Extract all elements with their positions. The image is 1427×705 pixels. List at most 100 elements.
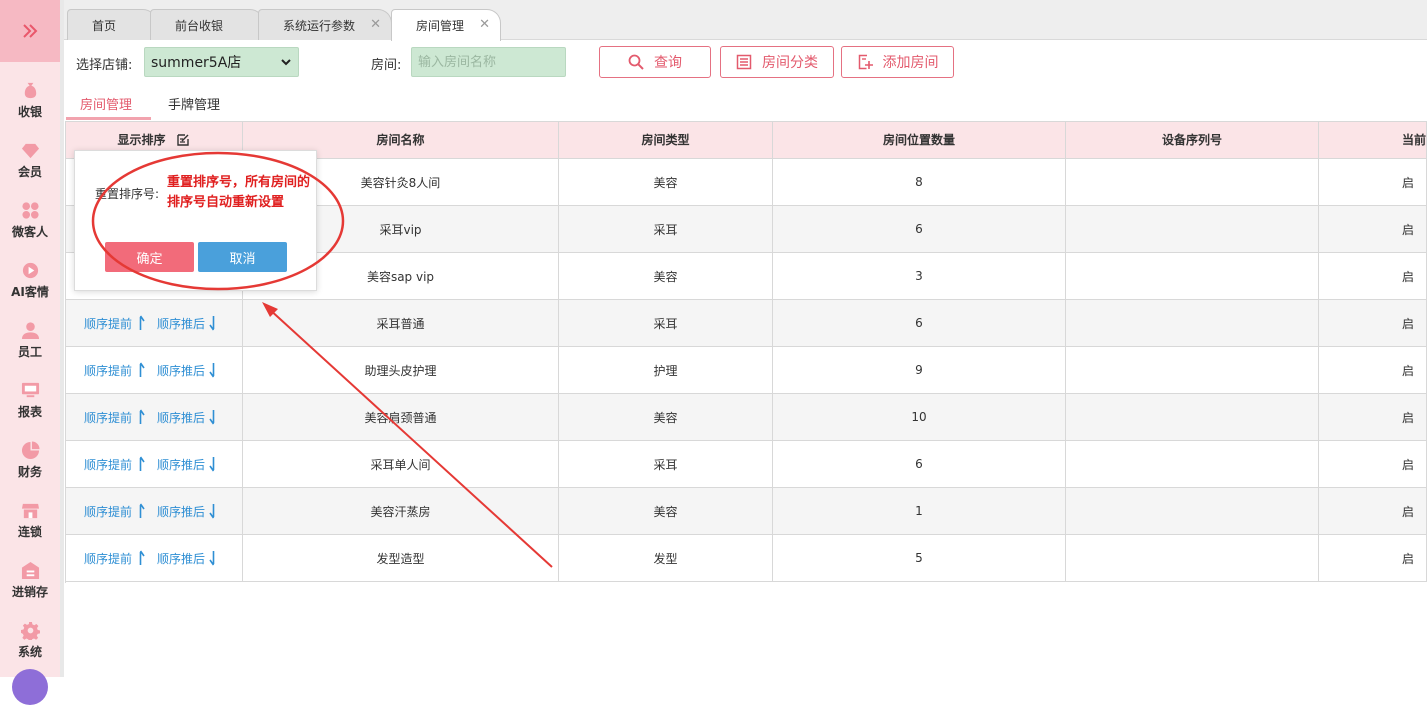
table-cell-name: 美容肩颈普通 bbox=[243, 394, 559, 441]
cell-value: 护理 bbox=[653, 363, 678, 378]
cell-value: 1 bbox=[915, 504, 923, 518]
add-room-button-label: 添加房间 bbox=[882, 55, 939, 71]
subtab-active-indicator bbox=[66, 117, 151, 120]
table-cell-status: 启 bbox=[1319, 488, 1427, 535]
move-down-link[interactable]: 顺序推后 bbox=[157, 409, 218, 426]
table-cell-type: 美容 bbox=[559, 394, 773, 441]
sidebar-item-member[interactable]: 会员 bbox=[0, 132, 60, 188]
sort-cell: 顺序提前 顺序推后 bbox=[65, 488, 243, 535]
table-cell-seats: 6 bbox=[773, 206, 1066, 253]
move-up-link[interactable]: 顺序提前 bbox=[84, 550, 145, 567]
move-up-label: 顺序提前 bbox=[84, 316, 133, 331]
search-button[interactable]: 查询 bbox=[599, 46, 711, 78]
move-up-link[interactable]: 顺序提前 bbox=[84, 456, 145, 473]
add-document-icon bbox=[858, 54, 873, 70]
close-icon[interactable]: ✕ bbox=[479, 17, 490, 32]
sidebar-item-system[interactable]: 系统 bbox=[0, 612, 60, 668]
sidebar-toggle-button[interactable] bbox=[0, 0, 60, 62]
header-label: 房间位置数量 bbox=[882, 133, 955, 147]
sidebar-item-staff[interactable]: 员工 bbox=[0, 312, 60, 368]
move-up-link[interactable]: 顺序提前 bbox=[84, 503, 145, 520]
subtab-room-management[interactable]: 房间管理 bbox=[80, 94, 132, 113]
person-icon bbox=[21, 321, 39, 339]
move-down-link[interactable]: 顺序推后 bbox=[157, 456, 218, 473]
arrow-up-icon bbox=[139, 550, 145, 565]
tab-room-management[interactable]: 房间管理 ✕ bbox=[391, 9, 501, 41]
avatar[interactable] bbox=[12, 669, 48, 705]
cell-value: 6 bbox=[915, 316, 923, 330]
move-up-label: 顺序提前 bbox=[84, 551, 133, 566]
table-cell-serial bbox=[1066, 206, 1319, 253]
header-label: 显示排序 bbox=[117, 133, 166, 147]
move-down-label: 顺序推后 bbox=[157, 363, 206, 378]
table-cell-seats: 9 bbox=[773, 347, 1066, 394]
move-down-link[interactable]: 顺序推后 bbox=[157, 550, 218, 567]
sidebar-item-label: 连锁 bbox=[17, 524, 42, 539]
sidebar-item-ai[interactable]: AI客情 bbox=[0, 252, 60, 308]
popup-label: 重置排序号: bbox=[95, 187, 160, 201]
tab-home[interactable]: 首页 bbox=[67, 9, 157, 40]
move-up-label: 顺序提前 bbox=[84, 457, 133, 472]
cell-value: 美容 bbox=[653, 175, 678, 190]
sidebar-item-report[interactable]: 报表 bbox=[0, 372, 60, 428]
header-seat-count: 房间位置数量 bbox=[773, 121, 1066, 159]
sidebar-item-finance[interactable]: 财务 bbox=[0, 432, 60, 488]
sort-cell: 顺序提前 顺序推后 bbox=[65, 535, 243, 582]
move-down-label: 顺序推后 bbox=[157, 551, 206, 566]
cancel-button[interactable]: 取消 bbox=[198, 242, 287, 272]
table-cell-name: 采耳单人间 bbox=[243, 441, 559, 488]
table-cell-status: 启 bbox=[1319, 253, 1427, 300]
tab-front-cashier[interactable]: 前台收银 bbox=[150, 9, 264, 40]
arrow-up-icon bbox=[139, 362, 145, 377]
move-up-link[interactable]: 顺序提前 bbox=[84, 315, 145, 332]
tab-label: 系统运行参数 bbox=[283, 18, 356, 33]
cell-value: 美容sap vip bbox=[366, 269, 435, 284]
sidebar-item-guest[interactable]: 微客人 bbox=[0, 192, 60, 248]
table-cell-seats: 5 bbox=[773, 535, 1066, 582]
cell-value: 启 bbox=[1402, 457, 1415, 472]
arrow-down-icon bbox=[209, 551, 215, 566]
move-up-link[interactable]: 顺序提前 bbox=[84, 362, 145, 379]
move-up-label: 顺序提前 bbox=[84, 363, 133, 378]
cell-value: 6 bbox=[915, 222, 923, 236]
store-select[interactable]: summer5A店 bbox=[144, 47, 299, 77]
cell-value: 启 bbox=[1402, 551, 1415, 566]
cell-value: 启 bbox=[1402, 363, 1415, 378]
tab-label: 前台收银 bbox=[175, 18, 224, 33]
sidebar-item-label: 收银 bbox=[17, 104, 42, 119]
sidebar-item-chain[interactable]: 连锁 bbox=[0, 492, 60, 548]
table-cell-serial bbox=[1066, 347, 1319, 394]
add-room-button[interactable]: 添加房间 bbox=[841, 46, 954, 78]
table-cell-seats: 10 bbox=[773, 394, 1066, 441]
grid-icon bbox=[21, 201, 39, 219]
arrow-down-icon bbox=[209, 504, 215, 519]
tab-label: 首页 bbox=[92, 18, 117, 33]
confirm-button[interactable]: 确定 bbox=[105, 242, 194, 272]
table-cell-seats: 6 bbox=[773, 300, 1066, 347]
room-search-input[interactable] bbox=[411, 47, 566, 77]
table-cell-type: 采耳 bbox=[559, 441, 773, 488]
move-up-label: 顺序提前 bbox=[84, 504, 133, 519]
sort-cell: 顺序提前 顺序推后 bbox=[65, 441, 243, 488]
list-icon bbox=[736, 54, 752, 70]
table-cell-serial bbox=[1066, 159, 1319, 206]
close-icon[interactable]: ✕ bbox=[370, 17, 381, 32]
move-down-link[interactable]: 顺序推后 bbox=[157, 315, 218, 332]
sidebar-item-label: 员工 bbox=[17, 344, 42, 359]
header-current-status: 当前 bbox=[1319, 121, 1427, 159]
subtab-tag-management[interactable]: 手牌管理 bbox=[168, 94, 220, 113]
cell-value: 发型造型 bbox=[376, 551, 425, 566]
arrow-down-icon bbox=[209, 457, 215, 472]
move-down-link[interactable]: 顺序推后 bbox=[157, 503, 218, 520]
sidebar-item-inventory[interactable]: 进销存 bbox=[0, 552, 60, 608]
move-down-label: 顺序推后 bbox=[157, 316, 206, 331]
tab-label: 房间管理 bbox=[416, 19, 465, 33]
move-up-link[interactable]: 顺序提前 bbox=[84, 409, 145, 426]
move-down-link[interactable]: 顺序推后 bbox=[157, 362, 218, 379]
room-category-button[interactable]: 房间分类 bbox=[720, 46, 834, 78]
edit-icon[interactable] bbox=[176, 133, 190, 147]
sidebar-item-cashier[interactable]: 收银 bbox=[0, 72, 60, 128]
double-chevron-right-icon bbox=[23, 24, 38, 38]
cell-value: 美容 bbox=[653, 504, 678, 519]
tab-system-params[interactable]: 系统运行参数 ✕ bbox=[258, 9, 392, 40]
